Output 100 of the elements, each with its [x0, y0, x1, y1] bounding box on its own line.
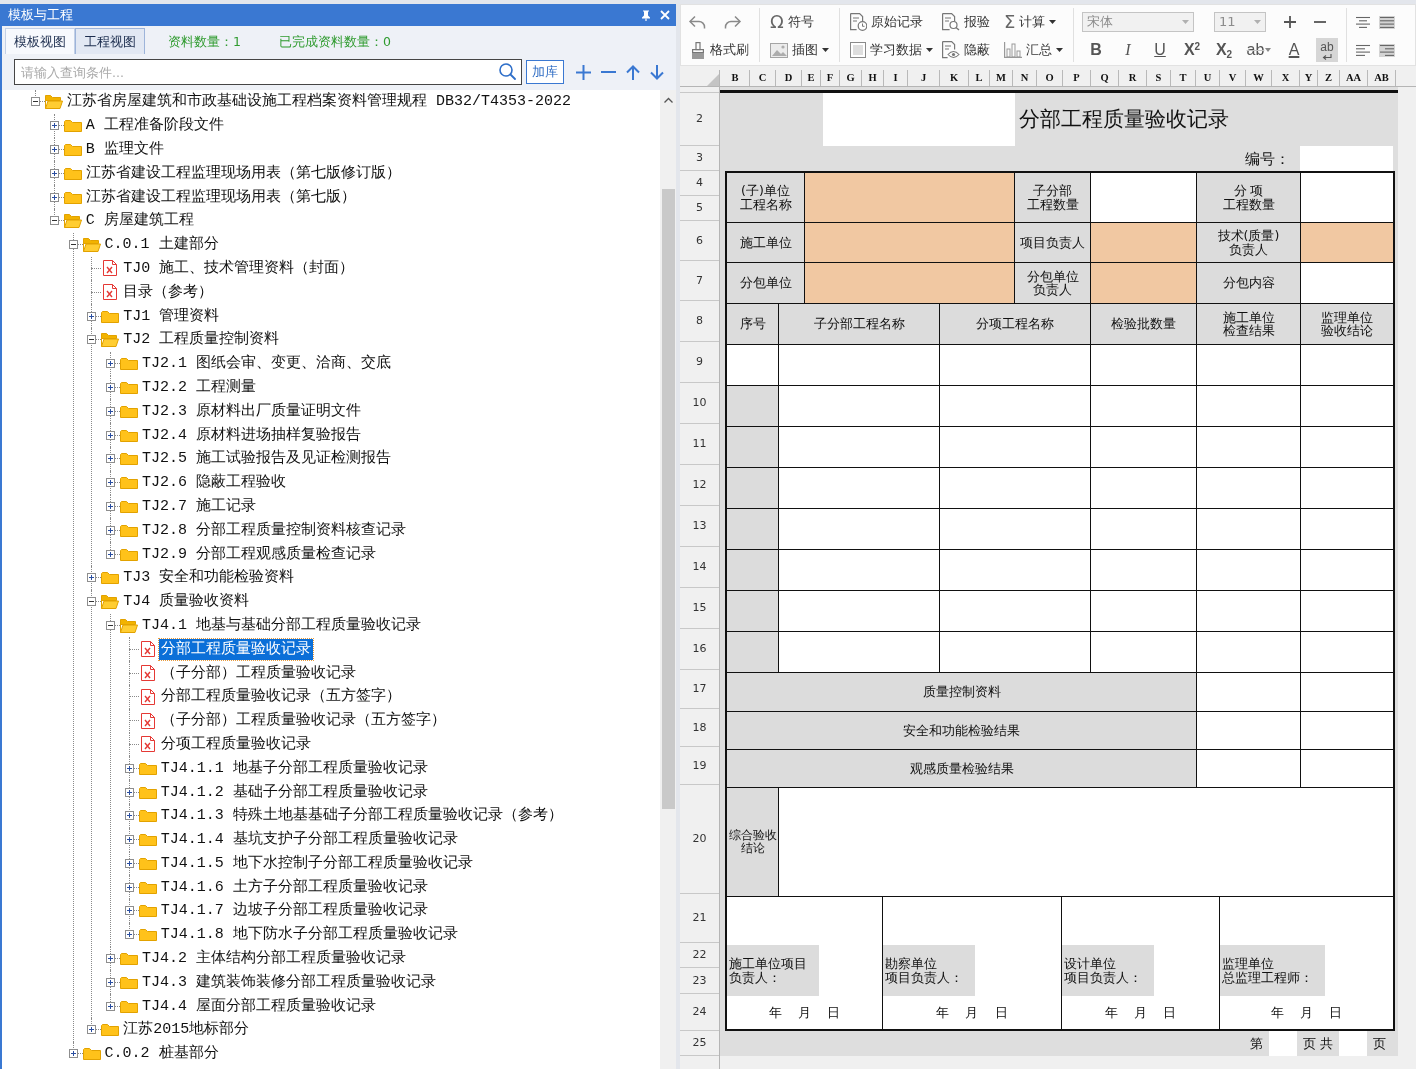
value-field[interactable] — [1301, 263, 1393, 303]
value-field[interactable] — [779, 550, 939, 590]
tree-item[interactable]: TJ4.1.8 地下防水子分部工程质量验收记录 — [158, 924, 460, 946]
study-data-button[interactable]: 学习数据 — [848, 38, 940, 62]
caret-icon[interactable] — [926, 48, 933, 52]
subscript-button[interactable]: X$_{2}$ — [1210, 38, 1238, 62]
caret-icon[interactable] — [1049, 20, 1057, 24]
column-header[interactable]: C — [750, 70, 776, 86]
value-field[interactable] — [940, 345, 1090, 385]
search-field[interactable]: 请输入查询条件... — [14, 59, 522, 85]
view-tab[interactable]: 模板视图 — [5, 28, 75, 54]
value-field[interactable] — [1301, 750, 1393, 787]
undo-icon[interactable] — [688, 15, 706, 29]
row-header[interactable]: 7 — [680, 261, 719, 301]
value-field[interactable] — [1197, 712, 1300, 749]
value-field[interactable] — [727, 468, 778, 508]
expand-icon[interactable] — [106, 478, 115, 488]
redo-icon[interactable] — [724, 15, 742, 29]
expand-icon[interactable] — [87, 311, 97, 321]
tree-item[interactable]: TJ2.3 原材料出厂质量证明文件 — [140, 400, 363, 422]
expand-icon[interactable] — [49, 145, 59, 154]
row-header[interactable]: 6 — [680, 221, 719, 261]
column-header[interactable]: D — [776, 70, 802, 86]
collapse-icon[interactable] — [31, 97, 40, 107]
tree-item[interactable]: TJ4.1.2 基础子分部工程质量验收记录 — [158, 781, 430, 803]
tree-item[interactable]: B 监理文件 — [83, 139, 166, 160]
value-field[interactable] — [1091, 427, 1196, 467]
insert-image-button[interactable]: 插图 — [768, 38, 831, 62]
row-header[interactable]: 8 — [680, 301, 719, 342]
expand-icon[interactable] — [106, 549, 115, 559]
tree-item[interactable]: 分部工程质量验收记录（五方签字） — [158, 686, 403, 708]
value-field[interactable] — [727, 345, 778, 385]
tree-item[interactable]: TJ2 工程质量控制资料 — [121, 329, 282, 351]
expand-icon[interactable] — [124, 763, 134, 773]
row-header[interactable]: 16 — [680, 629, 719, 670]
value-field[interactable] — [1301, 591, 1393, 631]
column-header[interactable]: V — [1220, 70, 1246, 86]
value-field[interactable] — [779, 386, 939, 426]
value-field[interactable] — [940, 591, 1090, 631]
value-field[interactable] — [1197, 345, 1300, 385]
align-left-icon[interactable] — [1355, 43, 1371, 57]
value-field[interactable] — [779, 591, 939, 631]
number-field[interactable] — [1300, 146, 1393, 171]
tree-item[interactable]: （子分部）工程质量验收记录 — [158, 662, 358, 684]
column-header[interactable]: AA — [1340, 70, 1368, 86]
value-field[interactable] — [805, 173, 1014, 222]
tree-item[interactable]: C.0.2 桩基部分 — [102, 1043, 221, 1065]
column-header[interactable]: R — [1119, 70, 1147, 86]
row-header[interactable]: 18 — [680, 709, 719, 747]
value-field[interactable] — [727, 632, 778, 672]
align-center-icon[interactable] — [1355, 15, 1371, 29]
format-painter-button[interactable]: 格式刷 — [688, 38, 751, 62]
value-field[interactable] — [1091, 509, 1196, 549]
tree-item[interactable]: C 房屋建筑工程 — [83, 210, 196, 232]
value-field[interactable] — [940, 509, 1090, 549]
tree-item[interactable]: 分项工程质量验收记录 — [158, 733, 313, 755]
expand-icon[interactable] — [68, 1049, 78, 1059]
tree-item[interactable]: TJ4.1.6 土方子分部工程质量验收记录 — [158, 876, 430, 898]
value-field[interactable] — [1091, 550, 1196, 590]
tree-item[interactable]: TJ4 质量验收资料 — [121, 591, 252, 613]
calculate-button[interactable]: Σ 计算 — [1002, 10, 1065, 34]
arrow-up-icon[interactable] — [626, 64, 640, 80]
align-justify-icon[interactable] — [1379, 15, 1395, 29]
value-field[interactable] — [1301, 632, 1393, 672]
value-field[interactable] — [1301, 386, 1393, 426]
value-field[interactable] — [1301, 468, 1393, 508]
column-header[interactable]: U — [1196, 70, 1220, 86]
italic-button[interactable]: I — [1114, 38, 1142, 62]
tree-item[interactable]: C.0.1 土建部分 — [102, 234, 221, 256]
value-field[interactable] — [1197, 386, 1300, 426]
tree-item[interactable]: TJ2.5 施工试验报告及见证检测报告 — [140, 448, 393, 470]
row-header[interactable]: 20 — [680, 785, 719, 894]
value-field[interactable] — [779, 632, 939, 672]
expand-icon[interactable] — [124, 835, 134, 845]
tree-item[interactable]: TJ2.4 原材料进场抽样复验报告 — [140, 424, 363, 446]
column-header[interactable]: AB — [1368, 70, 1396, 86]
expand-icon[interactable] — [49, 192, 59, 202]
summary-button[interactable]: 汇总 — [1002, 38, 1065, 62]
expand-icon[interactable] — [106, 406, 115, 416]
value-field[interactable] — [1091, 591, 1196, 631]
expand-icon[interactable] — [106, 501, 115, 511]
tree-item[interactable]: 江苏省建设工程监理现场用表（第七版） — [83, 186, 358, 208]
value-field[interactable] — [940, 386, 1090, 426]
row-header[interactable]: 19 — [680, 747, 719, 785]
value-field[interactable] — [1197, 750, 1300, 787]
tree-item[interactable]: TJ4.1.5 地下水控制子分部工程质量验收记录 — [158, 852, 475, 874]
expand-icon[interactable] — [124, 882, 134, 892]
tree-item[interactable]: TJ4.1.7 边坡子分部工程质量验收记录 — [158, 900, 430, 922]
page-field[interactable] — [1339, 1031, 1367, 1056]
collapse-icon[interactable] — [49, 216, 59, 226]
inspection-button[interactable]: 报验 — [940, 10, 1002, 34]
row-header[interactable]: 25 — [680, 1031, 719, 1056]
close-icon[interactable] — [660, 10, 670, 20]
collapse-icon[interactable] — [68, 240, 78, 250]
tree-item[interactable]: TJ2.8 分部工程质量控制资料核查记录 — [140, 519, 408, 541]
value-field[interactable] — [1301, 173, 1393, 222]
expand-icon[interactable] — [87, 573, 97, 583]
value-field[interactable] — [1197, 509, 1300, 549]
superscript-button[interactable]: X$^{2}$ — [1178, 38, 1206, 62]
expand-icon[interactable] — [106, 954, 115, 964]
